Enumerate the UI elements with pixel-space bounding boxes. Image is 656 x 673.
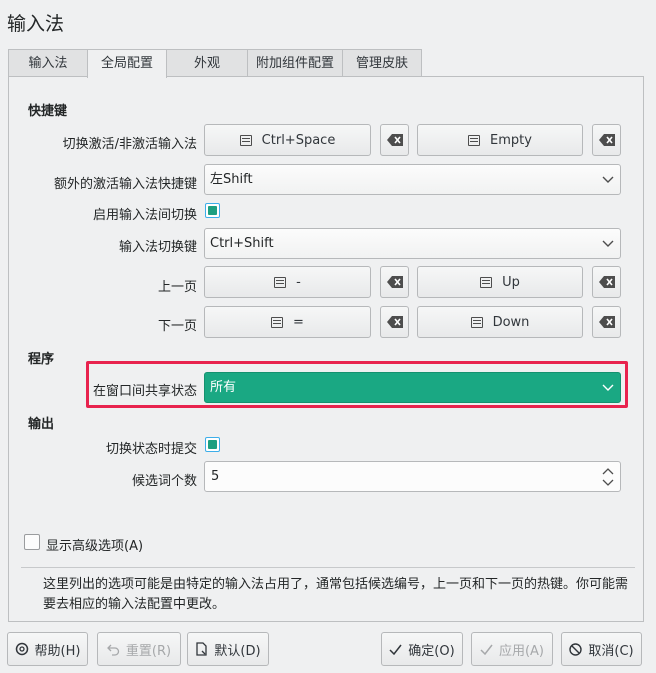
extra-hotkey-value: 左Shift — [210, 172, 253, 187]
cancel-icon — [569, 642, 583, 656]
toggle-key2-label: Empty — [490, 132, 532, 148]
defaults-button[interactable]: 默认(D) — [187, 632, 269, 666]
tab-manage-skins[interactable]: 管理皮肤 — [342, 49, 422, 77]
reset-button-label: 重置(R) — [125, 643, 172, 659]
toggle-key2-button[interactable]: Empty — [417, 124, 583, 156]
toggle-key1-label: Ctrl+Space — [261, 132, 336, 148]
next-page-key2-button[interactable]: Down — [417, 306, 583, 338]
ok-button[interactable]: 确定(O) — [381, 632, 463, 666]
enable-switch-checkbox[interactable] — [205, 203, 220, 218]
separator — [21, 567, 635, 568]
clear-toggle-key2-button[interactable] — [592, 124, 621, 156]
prev-page-label: 上一页 — [157, 280, 197, 295]
switch-key-select[interactable]: Ctrl+Shift — [204, 228, 621, 259]
tab-bar: 输入法 全局配置 外观 附加组件配置 管理皮肤 — [8, 49, 422, 78]
section-program: 程序 — [28, 352, 55, 367]
ok-button-label: 确定(O) — [408, 643, 455, 659]
share-state-select[interactable]: 所有 — [204, 372, 621, 403]
keyboard-icon — [468, 134, 481, 146]
extra-label: 额外的激活输入法快捷键 — [53, 177, 197, 192]
advanced-options-checkbox[interactable] — [24, 534, 40, 550]
toggle-label: 切换激活/非激活输入法 — [62, 137, 197, 152]
keyboard-icon — [274, 276, 287, 288]
toggle-key1-button[interactable]: Ctrl+Space — [204, 124, 371, 156]
check-icon — [480, 644, 493, 655]
prev-page-key2-button[interactable]: Up — [417, 266, 583, 298]
keyboard-icon — [271, 316, 284, 328]
description-text: 这里列出的选项可能是由特定的输入法占用了，通常包括候选编号，上一页和下一页的热键… — [43, 577, 629, 612]
help-button-label: 帮助(H) — [34, 643, 81, 659]
extra-hotkey-select[interactable]: 左Shift — [204, 164, 621, 195]
keyboard-icon — [470, 316, 483, 328]
next-page-key1-label: = — [293, 314, 304, 330]
apply-button[interactable]: 应用(A) — [471, 632, 553, 666]
prev-page-key2-label: Up — [502, 274, 520, 290]
backspace-icon — [386, 276, 403, 288]
defaults-button-label: 默认(D) — [214, 643, 261, 659]
chevron-down-icon — [602, 240, 614, 247]
share-state-value: 所有 — [210, 380, 237, 395]
clear-toggle-key1-button[interactable] — [380, 124, 409, 156]
enable-switch-label: 启用输入法间切换 — [92, 208, 197, 223]
help-button[interactable]: 帮助(H) — [7, 632, 88, 666]
backspace-icon — [598, 316, 615, 328]
help-icon — [15, 642, 28, 656]
tab-global-config[interactable]: 全局配置 — [87, 49, 167, 78]
prev-page-key1-button[interactable]: - — [204, 266, 371, 298]
backspace-icon — [598, 276, 615, 288]
advanced-options-label[interactable]: 显示高级选项(A) — [46, 535, 143, 554]
cancel-button[interactable]: 取消(C) — [561, 632, 642, 666]
prev-page-key1-label: - — [296, 274, 301, 290]
spin-arrows-icon[interactable] — [602, 466, 614, 488]
candidate-count-label: 候选词个数 — [131, 474, 197, 489]
tab-input-methods[interactable]: 输入法 — [8, 49, 88, 77]
backspace-icon — [598, 134, 615, 146]
section-hotkeys: 快捷键 — [28, 104, 68, 119]
window-title: 输入法 — [7, 13, 65, 35]
tab-appearance[interactable]: 外观 — [166, 49, 248, 77]
commit-on-switch-label: 切换状态时提交 — [105, 442, 197, 457]
cancel-button-label: 取消(C) — [588, 643, 634, 659]
candidate-count-value: 5 — [211, 469, 220, 484]
switch-key-value: Ctrl+Shift — [210, 236, 274, 251]
apply-button-label: 应用(A) — [498, 643, 545, 659]
backspace-icon — [386, 134, 403, 146]
commit-on-switch-checkbox[interactable] — [205, 437, 220, 452]
chevron-down-icon — [602, 384, 614, 391]
reset-button[interactable]: 重置(R) — [97, 632, 181, 666]
backspace-icon — [386, 316, 403, 328]
next-page-label: 下一页 — [157, 319, 197, 334]
check-icon — [389, 644, 402, 655]
keyboard-icon — [239, 134, 252, 146]
clear-next-key1-button[interactable] — [380, 306, 409, 338]
clear-next-key2-button[interactable] — [592, 306, 621, 338]
tab-addon-config[interactable]: 附加组件配置 — [247, 49, 343, 77]
undo-icon — [106, 644, 120, 656]
next-page-key2-label: Down — [492, 314, 530, 330]
chevron-down-icon — [602, 176, 614, 183]
document-icon — [196, 642, 208, 656]
clear-prev-key1-button[interactable] — [380, 266, 409, 298]
next-page-key1-button[interactable]: = — [204, 306, 371, 338]
clear-prev-key2-button[interactable] — [592, 266, 621, 298]
switch-key-label: 输入法切换键 — [118, 240, 197, 255]
keyboard-icon — [480, 276, 493, 288]
section-output: 输出 — [28, 417, 55, 432]
share-state-label: 在窗口间共享状态 — [92, 384, 197, 399]
candidate-count-spinbox[interactable]: 5 — [204, 461, 621, 492]
